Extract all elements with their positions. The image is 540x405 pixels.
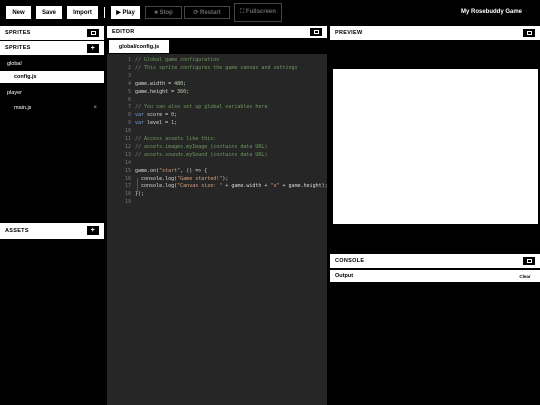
code-line[interactable]: 9 var level = 1; <box>107 119 327 127</box>
code-line[interactable]: 18}); <box>107 190 327 198</box>
code-text: game.width = 480; <box>135 80 187 87</box>
fullscreen-button[interactable]: ⛶ Fullscreen <box>234 3 282 22</box>
code-line[interactable]: 12 // assets.images.myImage (contains dat… <box>107 143 327 151</box>
code-line[interactable]: 2 // This sprite configures the game canv… <box>107 64 327 72</box>
code-text: game.height = 360; <box>135 88 190 95</box>
sprite-file-label: main.js <box>14 105 32 111</box>
line-number: 7 <box>127 104 131 111</box>
code-line[interactable]: 4 game.width = 480; <box>107 80 327 88</box>
code-line[interactable]: 7 // You can also set up global variables… <box>107 103 327 111</box>
code-line[interactable]: 10 <box>107 127 327 135</box>
sprite-folder-label: global <box>7 61 22 67</box>
code-line[interactable]: 16 console.log("Game started!"); <box>107 175 327 183</box>
code-editor[interactable]: 1 // Global game configuration 2 // This sp… <box>107 54 327 405</box>
line-number: 10 <box>124 128 131 135</box>
new-button[interactable]: New <box>6 6 31 19</box>
close-icon[interactable]: × <box>93 105 97 111</box>
assets-panel: ASSETS + <box>0 223 104 405</box>
console-panel: CONSOLE Output Clear <box>330 254 540 405</box>
line-number: 2 <box>127 64 131 71</box>
code-line[interactable]: 17 console.log("Canvas size: " + game.wi… <box>107 182 327 190</box>
line-number: 6 <box>127 96 131 103</box>
preview-panel-title: PREVIEW <box>335 30 363 36</box>
toolbar: New Save Import ▶ Play ■ Stop ⟳ Restart … <box>0 0 540 25</box>
sprite-file-label: config.js <box>14 74 37 80</box>
console-panel-title: CONSOLE <box>335 258 365 264</box>
line-number: 4 <box>127 80 131 87</box>
line-number: 16 <box>124 175 131 182</box>
editor-panel-title: EDITOR <box>112 29 135 35</box>
indent-guide <box>137 178 138 192</box>
expand-icon[interactable] <box>310 28 322 36</box>
add-asset-button[interactable]: + <box>87 226 99 235</box>
toolbar-divider <box>104 7 105 18</box>
tab-config[interactable]: global/config.js <box>109 40 169 53</box>
code-line[interactable]: 1 // Global game configuration <box>107 56 327 64</box>
assets-panel-title: ASSETS <box>5 228 29 234</box>
code-text: var level = 1; <box>135 120 178 127</box>
sprites-subheader-title: SPRITES <box>5 45 31 51</box>
line-number: 14 <box>124 159 131 166</box>
code-text: // assets.images.myImage (contains data … <box>135 143 268 150</box>
code-text: // Access assets like this: <box>135 136 217 142</box>
play-button[interactable]: ▶ Play <box>111 6 140 19</box>
code-text: var score = 0; <box>135 112 178 119</box>
import-button[interactable]: Import <box>67 6 98 19</box>
sprite-folder-player[interactable]: player <box>0 87 104 99</box>
line-number: 15 <box>124 167 131 174</box>
assets-panel-header: ASSETS + <box>0 223 104 239</box>
line-number: 1 <box>127 57 131 63</box>
code-line[interactable]: 6 <box>107 96 327 104</box>
line-number: 17 <box>124 183 131 190</box>
code-line[interactable]: 13 // assets.sounds.mySound (contains dat… <box>107 151 327 159</box>
code-text: // You can also set up global variables … <box>135 104 268 111</box>
code-text: game.on("start", () => { <box>135 167 208 174</box>
console-panel-header: CONSOLE <box>330 254 540 268</box>
sprite-folder-label: player <box>7 90 22 96</box>
expand-icon[interactable] <box>87 29 99 37</box>
editor-panel-header: EDITOR <box>107 26 327 38</box>
add-sprite-button[interactable]: + <box>87 44 99 53</box>
line-number: 18 <box>124 191 131 198</box>
code-text: // This sprite configures the game canva… <box>135 64 298 71</box>
code-line[interactable]: 8 var score = 0; <box>107 111 327 119</box>
code-line[interactable]: 14 <box>107 159 327 167</box>
line-number: 5 <box>127 88 131 95</box>
line-number: 9 <box>127 120 131 127</box>
code-text: // assets.sounds.mySound (contains data … <box>135 151 268 158</box>
sprite-folder-global[interactable]: global <box>0 58 104 70</box>
code-text: console.log("Canvas size: " + game.width… <box>135 183 327 190</box>
sprites-panel: SPRITES SPRITES + global config.js playe… <box>0 26 104 218</box>
expand-icon[interactable] <box>523 29 535 37</box>
sprites-subheader: SPRITES + <box>0 41 104 55</box>
stop-button[interactable]: ■ Stop <box>145 6 182 19</box>
console-output-label: Output <box>335 273 354 279</box>
line-number: 19 <box>124 199 131 206</box>
sprite-file-main[interactable]: main.js × <box>0 102 104 114</box>
project-name: My Rosebuddy Game <box>460 9 522 15</box>
code-text: // Global game configuration <box>135 57 220 63</box>
clear-button[interactable]: Clear <box>516 272 534 280</box>
game-canvas[interactable] <box>333 69 538 224</box>
line-number: 11 <box>124 136 131 142</box>
code-line[interactable]: 11 // Access assets like this: <box>107 135 327 143</box>
code-line[interactable]: 19 <box>107 198 327 206</box>
line-number: 3 <box>127 72 131 79</box>
sprites-panel-title: SPRITES <box>5 30 31 36</box>
line-number: 12 <box>124 143 131 150</box>
line-number: 8 <box>127 112 131 119</box>
save-button[interactable]: Save <box>36 6 62 19</box>
code-line[interactable]: 5 game.height = 360; <box>107 88 327 96</box>
restart-button[interactable]: ⟳ Restart <box>184 6 230 19</box>
line-number: 13 <box>124 151 131 158</box>
code-line[interactable]: 3 <box>107 72 327 80</box>
preview-panel-header: PREVIEW <box>330 26 540 40</box>
code-line[interactable]: 15 game.on("start", () => { <box>107 167 327 175</box>
code-text: console.log("Game started!"); <box>135 175 229 182</box>
sprites-panel-header: SPRITES <box>0 26 104 40</box>
sprite-file-config[interactable]: config.js <box>0 71 104 83</box>
expand-icon[interactable] <box>523 257 535 265</box>
console-output-bar: Output Clear <box>330 270 540 282</box>
